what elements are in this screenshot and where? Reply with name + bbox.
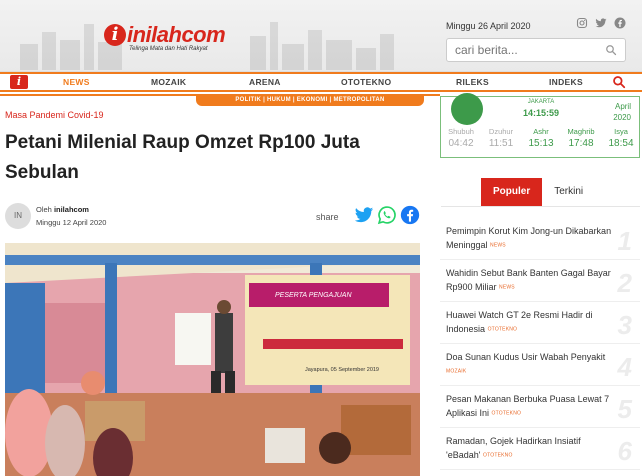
- search-input[interactable]: [447, 39, 597, 61]
- prayer-name: Dzuhur: [488, 127, 514, 136]
- popular-headline[interactable]: Pemimpin Korut Kim Jong-un Dikabarkan Me…: [446, 218, 614, 253]
- prayer-value: 15:13: [528, 138, 554, 149]
- headline-text: Huawei Watch GT 2e Resmi Hadir di Indone…: [446, 310, 593, 334]
- prayer-isya: Isya 18:54: [601, 127, 641, 149]
- list-item[interactable]: Ramadan, Gojek Hadirkan Insiatif 'eBadah…: [440, 428, 640, 470]
- prayer-schedule: Shubuh 04:42 Dzuhur 11:51 Ashr 15:13 Maghri…: [441, 127, 641, 149]
- popular-headline[interactable]: Doa Sunan Kudus Usir Wabah Penyakit MOZA…: [446, 344, 614, 379]
- section-tag: OTOTEKNO: [482, 452, 513, 459]
- prayer-name: Maghrib: [567, 127, 595, 136]
- tabs-divider: [441, 206, 640, 207]
- list-item[interactable]: Pesan Makanan Berbuka Puasa Lewat 7 Apli…: [440, 386, 640, 428]
- rank-number: 2: [617, 268, 632, 298]
- prayer-year-label: 2020: [613, 113, 631, 122]
- prayer-name: Isya: [614, 127, 628, 136]
- headline-text: Doa Sunan Kudus Usir Wabah Penyakit: [446, 352, 606, 362]
- headline-text: Wahidin Sebut Bank Banten Gagal Bayar Rp…: [446, 268, 611, 292]
- list-item[interactable]: Huawei Watch GT 2e Resmi Hadir di Indone…: [440, 302, 640, 344]
- share-buttons: [354, 205, 420, 225]
- current-date: Minggu 26 April 2020: [446, 21, 531, 31]
- author-line: Oleh inilahcom: [36, 205, 89, 214]
- article-title: Petani Milenial Raup Omzet Rp100 Juta Se…: [5, 132, 360, 183]
- home-button[interactable]: i: [10, 75, 28, 89]
- headline-text: Pesan Makanan Berbuka Puasa Lewat 7 Apli…: [446, 394, 610, 418]
- prayer-month: April 2020: [613, 101, 631, 123]
- prayer-times-widget: JAKARTA 14:15:59 April 2020 Shubuh 04:42 …: [440, 93, 641, 158]
- rank-number: 4: [617, 352, 632, 382]
- nav-item-news[interactable]: NEWS: [63, 77, 90, 87]
- list-item[interactable]: Wahidin Sebut Bank Banten Gagal Bayar Rp…: [440, 260, 640, 302]
- site-header: i inilahcom Telinga Mata dan Hati Rakyat…: [0, 0, 642, 72]
- publish-date: Minggu 12 April 2020: [36, 218, 107, 227]
- nav-item-mozaik[interactable]: MOZAIK: [151, 77, 186, 87]
- popular-headline[interactable]: Pesan Makanan Berbuka Puasa Lewat 7 Apli…: [446, 386, 614, 421]
- article-photo: PESERTA PENGAJUAN Jayapura, 05 September…: [5, 243, 420, 476]
- prayer-value: 18:54: [608, 138, 634, 149]
- logo-wordmark: inilahcom: [127, 22, 226, 47]
- main-nav: i NEWS MOZAIK ARENA OTOTEKNO RILEKS INDE…: [0, 72, 642, 92]
- nav-item-arena[interactable]: ARENA: [249, 77, 281, 87]
- search-box: [446, 38, 626, 62]
- nav-item-rileks[interactable]: RILEKS: [456, 77, 489, 87]
- prayer-value: 04:42: [448, 138, 474, 149]
- prayer-dzuhur: Dzuhur 11:51: [481, 127, 521, 149]
- prayer-month-label: April: [614, 102, 631, 111]
- share-label: share: [316, 212, 339, 222]
- prayer-value: 11:51: [488, 138, 514, 149]
- section-tag: NEWS: [490, 242, 506, 249]
- prayer-city: JAKARTA: [527, 99, 555, 105]
- section-tag: NEWS: [499, 284, 515, 291]
- nav-item-ototekno[interactable]: OTOTEKNO: [341, 77, 391, 87]
- author-avatar: IN: [5, 203, 31, 229]
- prayer-value: 17:48: [568, 138, 594, 149]
- logo-badge: i: [104, 24, 126, 46]
- section-tag: MOZAIK: [446, 368, 467, 375]
- rank-number: 3: [617, 310, 632, 340]
- author-prefix: Oleh: [36, 205, 52, 214]
- popular-headline[interactable]: Huawei Watch GT 2e Resmi Hadir di Indone…: [446, 302, 614, 337]
- section-tag: OTOTEKNO: [487, 326, 518, 333]
- article-category[interactable]: Masa Pandemi Covid-19: [5, 110, 104, 120]
- prayer-name: Ashr: [533, 127, 549, 136]
- popular-tabs: Populer Terkini: [481, 178, 595, 206]
- author-name[interactable]: inilahcom: [54, 205, 89, 214]
- subnav-menu[interactable]: POLITIK | HUKUM | EKONOMI | METROPOLITAN: [196, 94, 424, 106]
- whatsapp-share-icon[interactable]: [377, 205, 397, 225]
- popular-headline[interactable]: Wahidin Sebut Bank Banten Gagal Bayar Rp…: [446, 260, 614, 295]
- photo-banner-text: PESERTA PENGAJUAN: [275, 292, 352, 299]
- photo-banner-date: Jayapura, 05 September 2019: [305, 367, 379, 373]
- popular-list: Pemimpin Korut Kim Jong-un Dikabarkan Me…: [440, 218, 640, 470]
- headline-text: Ramadan, Gojek Hadirkan Insiatif 'eBadah…: [446, 436, 581, 460]
- headline-text: Pemimpin Korut Kim Jong-un Dikabarkan Me…: [446, 226, 612, 250]
- facebook-icon[interactable]: [614, 17, 626, 29]
- nav-item-indeks[interactable]: INDEKS: [549, 77, 583, 87]
- site-logo[interactable]: i inilahcom: [104, 22, 226, 47]
- site-tagline: Telinga Mata dan Hati Rakyat: [129, 46, 208, 52]
- list-item[interactable]: Doa Sunan Kudus Usir Wabah Penyakit MOZA…: [440, 344, 640, 386]
- facebook-share-icon[interactable]: [400, 205, 420, 225]
- instagram-icon[interactable]: [576, 17, 588, 29]
- popular-headline[interactable]: Ramadan, Gojek Hadirkan Insiatif 'eBadah…: [446, 428, 614, 463]
- twitter-icon[interactable]: [595, 17, 607, 29]
- list-item[interactable]: Pemimpin Korut Kim Jong-un Dikabarkan Me…: [440, 218, 640, 260]
- nav-search-icon[interactable]: [612, 75, 626, 89]
- tab-terkini[interactable]: Terkini: [542, 178, 595, 206]
- social-links: [576, 17, 626, 29]
- section-tag: OTOTEKNO: [491, 410, 522, 417]
- twitter-share-icon[interactable]: [354, 205, 374, 225]
- prayer-ashr: Ashr 15:13: [521, 127, 561, 149]
- prayer-shubuh: Shubuh 04:42: [441, 127, 481, 149]
- tab-populer[interactable]: Populer: [481, 178, 543, 206]
- rank-number: 5: [617, 394, 632, 424]
- prayer-maghrib: Maghrib 17:48: [561, 127, 601, 149]
- prayer-name: Shubuh: [448, 127, 474, 136]
- prayer-clock: 14:15:59: [522, 108, 560, 118]
- search-icon[interactable]: [605, 44, 617, 56]
- rank-number: 6: [617, 436, 632, 466]
- rank-number: 1: [617, 226, 632, 256]
